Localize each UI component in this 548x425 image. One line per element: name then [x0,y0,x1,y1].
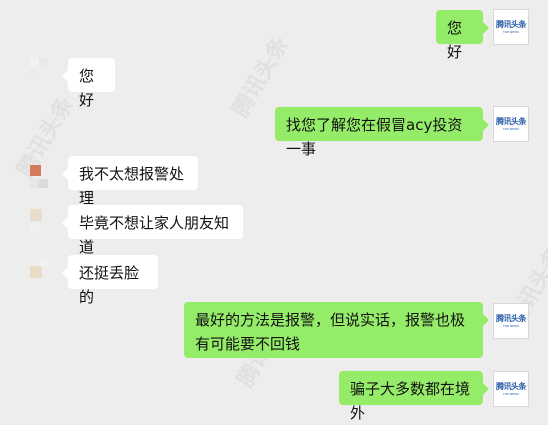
brand-logo-text: 腾讯头条 [496,117,527,126]
message-bubble[interactable]: 您好 [62,58,115,109]
avatar[interactable] [30,58,48,92]
message-bubble[interactable]: 还挺丢脸的 [62,255,158,306]
message-bubble[interactable]: 您好 [436,10,489,61]
brand-logo-text: 腾讯头条 [496,314,527,323]
avatar[interactable]: 腾讯头条 TOP NEWS [493,303,529,339]
brand-logo-subtext: TOP NEWS [503,324,519,328]
brand-logo-subtext: TOP NEWS [503,30,519,34]
message-bubble[interactable]: 毕竟不想让家人朋友知道 [62,205,243,256]
brand-logo-subtext: TOP NEWS [503,392,519,396]
avatar[interactable]: 腾讯头条 TOP NEWS [493,371,529,407]
message-bubble[interactable]: 我不太想报警处理 [62,156,198,207]
avatar[interactable]: 腾讯头条 TOP NEWS [493,106,529,142]
message-bubble[interactable]: 找您了解您在假冒acy投资一事 [275,107,489,158]
brand-logo-text: 腾讯头条 [496,382,527,391]
message-bubble[interactable]: 最好的方法是报警，但说实话，报警也极有可能要不回钱 [184,302,489,358]
avatar[interactable] [30,165,48,199]
avatar[interactable] [30,258,48,292]
brand-logo-subtext: TOP NEWS [503,127,519,131]
avatar[interactable]: 腾讯头条 TOP NEWS [493,9,529,45]
avatar[interactable] [30,209,48,243]
brand-logo-text: 腾讯头条 [496,20,527,29]
message-bubble[interactable]: 骗子大多数都在境外 [339,371,489,422]
